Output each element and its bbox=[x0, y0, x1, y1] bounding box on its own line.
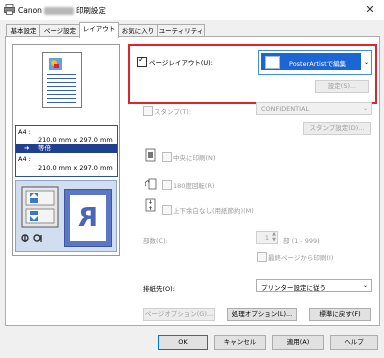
arrow-down-icon: ➜ bbox=[24, 144, 30, 152]
center-print-icon bbox=[145, 148, 156, 162]
last-page-first-checkbox[interactable] bbox=[257, 252, 267, 262]
no-margin-icon bbox=[145, 198, 156, 212]
scale-band: ➜ 等倍 bbox=[16, 144, 117, 153]
output-value: プリンター設定に従う bbox=[261, 284, 326, 292]
text-line bbox=[47, 102, 76, 103]
copies-label: 部数(C): bbox=[143, 237, 168, 245]
chevron-down-icon: ⌄ bbox=[362, 104, 368, 112]
output-label: 排紙先(O): bbox=[143, 285, 175, 293]
help-button[interactable]: ヘルプ bbox=[330, 335, 378, 350]
text-line bbox=[47, 90, 76, 91]
window-title-suffix: 印刷設定 bbox=[75, 6, 106, 15]
text-line bbox=[47, 74, 76, 75]
stamp-value: CONFIDENTIAL bbox=[261, 105, 310, 113]
no-margin-checkbox[interactable] bbox=[162, 205, 172, 215]
no-margin-label: 上下余白なし(用紙節約)(M) bbox=[173, 207, 254, 215]
process-options-button[interactable]: 処理オプション(L)... bbox=[227, 308, 297, 321]
page-layout-value: PosterArtistで編集 bbox=[289, 60, 347, 68]
printer-preview: R bbox=[15, 180, 117, 252]
stamp-settings-button[interactable]: スタンプ設定(D)... bbox=[303, 122, 371, 135]
text-line bbox=[47, 94, 76, 95]
output-paper-label: A4 : bbox=[18, 155, 31, 163]
restore-defaults-button[interactable]: 標準に戻す(F) bbox=[309, 308, 371, 321]
mirrored-letter: R bbox=[70, 195, 106, 241]
tab-layout[interactable]: レイアウト bbox=[79, 22, 119, 38]
page-layout-settings-button[interactable]: 設定(S)... bbox=[315, 80, 369, 93]
spin-down-icon[interactable]: ▼ bbox=[272, 238, 276, 243]
window-title-prefix: Canon bbox=[18, 6, 42, 15]
title-bar: Canon 印刷設定 ✕ bbox=[0, 0, 384, 20]
red-shape bbox=[54, 64, 59, 68]
chevron-down-icon: ⌄ bbox=[362, 281, 368, 289]
redacted-printer-name bbox=[43, 7, 74, 15]
page-preview-thumbnail bbox=[42, 52, 82, 108]
close-icon: ✕ bbox=[365, 3, 375, 16]
page-layout-label: ページレイアウト(U): bbox=[149, 59, 213, 67]
rotate-checkbox[interactable] bbox=[162, 180, 172, 190]
scale-label: 等倍 bbox=[38, 144, 51, 152]
text-line bbox=[47, 78, 76, 79]
rotate-label: 180度回転(R) bbox=[173, 182, 215, 190]
poster-artist-icon bbox=[265, 56, 280, 69]
text-line bbox=[47, 82, 76, 83]
output-tray-icon bbox=[21, 234, 42, 242]
apply-button[interactable]: 適用(A) bbox=[272, 335, 324, 350]
page-options-button[interactable]: ページオプション(G)... bbox=[143, 308, 215, 321]
paper-size-info: A4 : 210.0 mm x 297.0 mm ➜ 等倍 A4 : 210.0… bbox=[15, 125, 118, 177]
ok-button[interactable]: OK bbox=[158, 335, 208, 350]
copies-value: 1 bbox=[264, 234, 269, 242]
rotate-icon bbox=[145, 178, 157, 190]
chevron-down-icon: ⌄ bbox=[363, 58, 369, 66]
cancel-button[interactable]: キャンセル bbox=[214, 335, 266, 350]
copies-input[interactable]: 1 ▲ ▼ bbox=[256, 231, 278, 244]
output-sheet-preview: R bbox=[64, 189, 112, 247]
page-layout-select[interactable]: PosterArtistで編集 ⌄ bbox=[258, 50, 372, 75]
page-layout-group: ページレイアウト(U): PosterArtistで編集 ⌄ 設定(S)... bbox=[128, 44, 377, 104]
input-paper-size: 210.0 mm x 297.0 mm bbox=[38, 136, 113, 144]
center-print-label: 中央に印刷(N) bbox=[173, 154, 216, 162]
center-print-checkbox[interactable] bbox=[162, 152, 172, 162]
text-line bbox=[47, 86, 76, 87]
stamp-select[interactable]: CONFIDENTIAL ⌄ bbox=[256, 102, 372, 115]
close-window-button[interactable]: ✕ bbox=[362, 3, 378, 17]
printer-icon bbox=[4, 4, 15, 15]
last-page-first-label: 最終ページから印刷(I) bbox=[268, 254, 334, 262]
stamp-label: スタンプ(T): bbox=[154, 108, 192, 116]
page-layout-checkbox[interactable] bbox=[137, 55, 147, 67]
copies-range: 部 (1 - 999) bbox=[283, 237, 320, 245]
page-layout-selected: PosterArtistで編集 bbox=[261, 53, 361, 70]
printer-machine-icon bbox=[21, 186, 59, 228]
output-select[interactable]: プリンター設定に従う ⌄ bbox=[256, 279, 372, 292]
stamp-checkbox[interactable] bbox=[143, 106, 153, 116]
window-title: Canon 印刷設定 bbox=[18, 5, 106, 16]
input-paper-label: A4 : bbox=[18, 128, 31, 136]
text-line bbox=[47, 98, 76, 99]
output-paper-size: 210.0 mm x 297.0 mm bbox=[38, 164, 113, 172]
